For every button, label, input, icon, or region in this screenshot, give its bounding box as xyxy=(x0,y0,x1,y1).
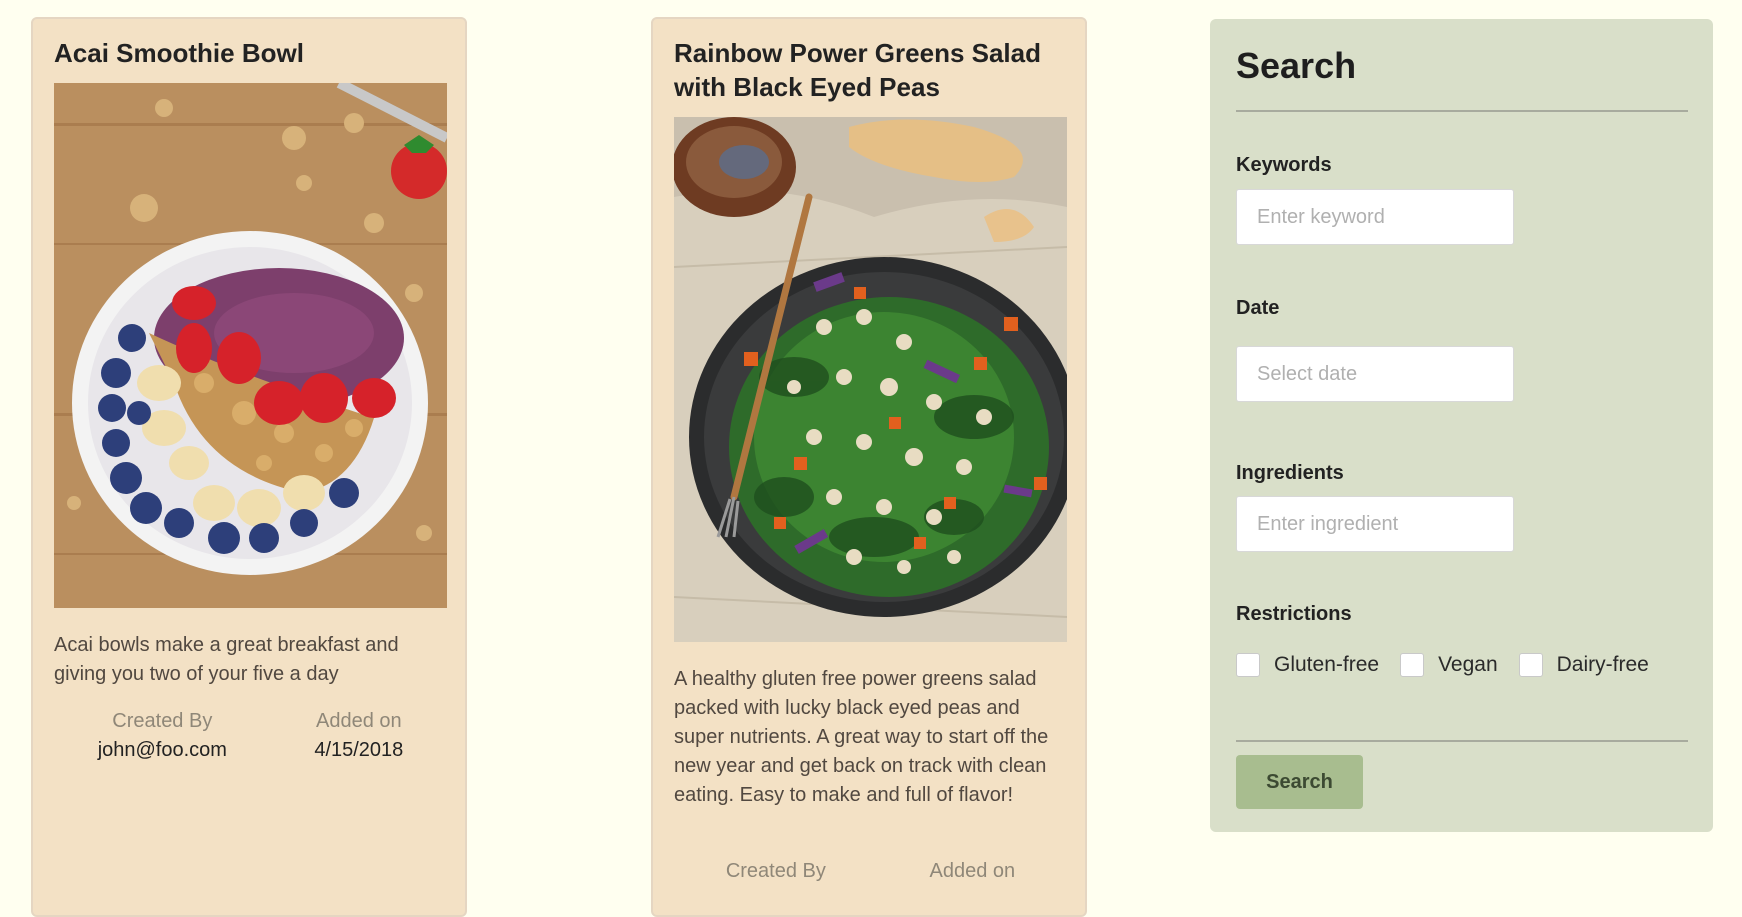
recipe-image[interactable] xyxy=(54,83,447,608)
keywords-input[interactable] xyxy=(1236,189,1514,245)
added-on-value: 4/15/2018 xyxy=(314,739,404,761)
dairy-free-label[interactable]: Dairy-free xyxy=(1557,653,1649,677)
dairy-free-checkbox[interactable] xyxy=(1518,653,1543,677)
added-on-column: Added on xyxy=(930,857,1016,886)
date-label: Date xyxy=(1236,297,1280,319)
vegan-checkbox[interactable] xyxy=(1400,653,1425,677)
recipe-description: Acai bowls make a great breakfast and gi… xyxy=(54,634,399,685)
recipe-description: A healthy gluten free power greens salad… xyxy=(674,668,1049,806)
created-by-column: Created By john@foo.com xyxy=(98,707,227,765)
added-on-label: Added on xyxy=(929,860,1016,882)
ingredients-label: Ingredients xyxy=(1236,462,1344,484)
vegan-option[interactable]: Vegan xyxy=(1400,653,1498,677)
gluten-free-option[interactable]: Gluten-free xyxy=(1236,653,1379,677)
recipe-title[interactable]: Rainbow Power Greens Salad with Black Ey… xyxy=(674,36,1074,104)
ingredients-input[interactable] xyxy=(1236,496,1514,552)
restrictions-label: Restrictions xyxy=(1236,603,1352,625)
search-button[interactable]: Search xyxy=(1236,755,1363,809)
restrictions-group: Gluten-free Vegan Dairy-free xyxy=(1236,653,1670,677)
divider xyxy=(1236,110,1688,112)
keywords-label: Keywords xyxy=(1236,154,1332,176)
divider xyxy=(1236,740,1688,742)
gluten-free-label[interactable]: Gluten-free xyxy=(1274,653,1379,677)
search-panel: Search Keywords Date Ingredients Restric… xyxy=(1210,19,1713,832)
recipe-image[interactable] xyxy=(674,117,1067,642)
created-by-value: john@foo.com xyxy=(97,739,227,761)
added-on-label: Added on xyxy=(316,710,402,732)
dairy-free-option[interactable]: Dairy-free xyxy=(1518,653,1649,677)
created-by-column: Created By xyxy=(726,857,826,886)
gluten-free-checkbox[interactable] xyxy=(1236,653,1260,677)
created-by-label: Created By xyxy=(725,860,826,882)
created-by-label: Created By xyxy=(112,710,213,732)
vegan-label[interactable]: Vegan xyxy=(1438,653,1498,677)
added-on-column: Added on 4/15/2018 xyxy=(314,707,403,765)
recipe-meta: Created By john@foo.com Added on 4/15/20… xyxy=(54,707,447,765)
recipe-card[interactable]: Acai Smoothie Bowl Acai bowls make a gre… xyxy=(31,17,467,917)
recipe-title[interactable]: Acai Smoothie Bowl xyxy=(54,36,454,70)
recipe-card[interactable]: Rainbow Power Greens Salad with Black Ey… xyxy=(651,17,1087,917)
recipe-meta: Created By Added on xyxy=(674,857,1067,886)
search-title: Search xyxy=(1236,45,1357,86)
date-input[interactable] xyxy=(1236,346,1514,402)
